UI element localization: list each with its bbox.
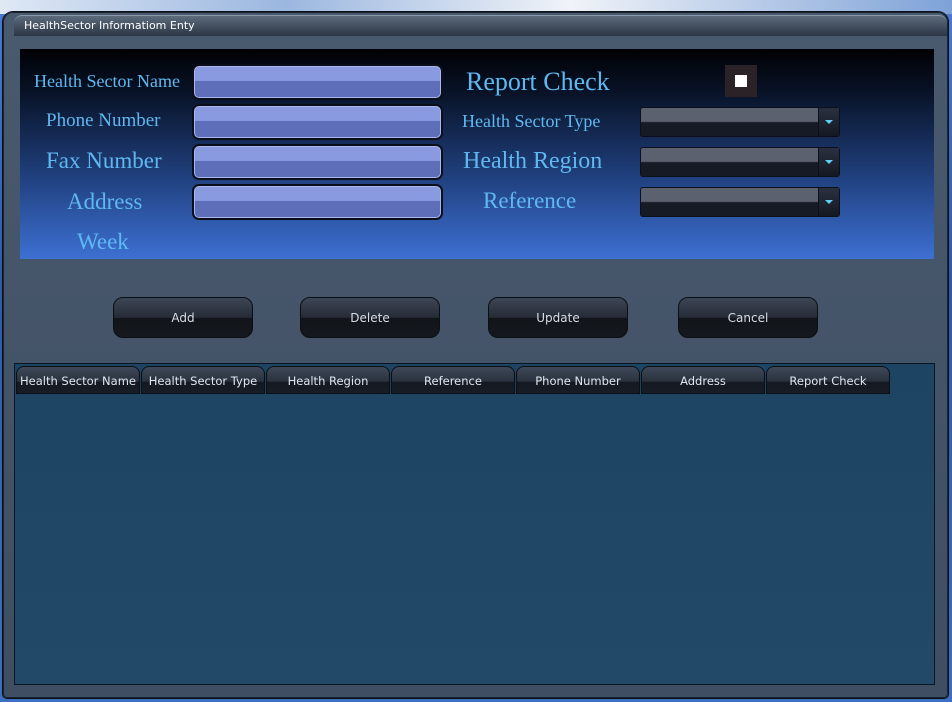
add-button[interactable]: Add bbox=[113, 297, 253, 338]
fax-number-input[interactable] bbox=[192, 144, 443, 180]
health-region-dropdown[interactable] bbox=[640, 147, 840, 177]
entry-form-panel: Health Sector Name Phone Number Fax Numb… bbox=[20, 49, 934, 259]
records-grid[interactable]: Health Sector Name Health Sector Type He… bbox=[14, 363, 935, 685]
window-title: HealthSector Informatiom Enty bbox=[24, 19, 195, 32]
label-week: Week bbox=[77, 229, 129, 254]
label-health-sector-name: Health Sector Name bbox=[34, 71, 180, 91]
health-sector-type-dropdown[interactable] bbox=[640, 107, 840, 137]
label-address: Address bbox=[67, 189, 143, 214]
reference-dropdown[interactable] bbox=[640, 187, 840, 217]
grid-header-row: Health Sector Name Health Sector Type He… bbox=[15, 364, 934, 394]
column-header-reference[interactable]: Reference bbox=[391, 366, 515, 394]
health-sector-name-input[interactable] bbox=[192, 64, 443, 100]
label-health-sector-type: Health Sector Type bbox=[462, 111, 601, 131]
column-header-health-sector-type[interactable]: Health Sector Type bbox=[141, 366, 265, 394]
label-reference: Reference bbox=[483, 188, 577, 213]
report-check-checkbox[interactable] bbox=[725, 65, 757, 97]
label-fax-number: Fax Number bbox=[46, 148, 162, 173]
app-window: HealthSector Informatiom Enty Health Sec… bbox=[3, 12, 948, 698]
column-header-report-check[interactable]: Report Check bbox=[766, 366, 890, 394]
chevron-down-icon[interactable] bbox=[818, 188, 839, 216]
cancel-button[interactable]: Cancel bbox=[678, 297, 818, 338]
delete-button[interactable]: Delete bbox=[300, 297, 440, 338]
column-header-address[interactable]: Address bbox=[641, 366, 765, 394]
update-button[interactable]: Update bbox=[488, 297, 628, 338]
chevron-down-icon[interactable] bbox=[818, 148, 839, 176]
label-health-region: Health Region bbox=[463, 148, 603, 174]
column-header-phone-number[interactable]: Phone Number bbox=[516, 366, 640, 394]
column-header-health-sector-name[interactable]: Health Sector Name bbox=[16, 366, 140, 394]
label-phone-number: Phone Number bbox=[46, 110, 161, 131]
column-header-health-region[interactable]: Health Region bbox=[266, 366, 390, 394]
label-report-check: Report Check bbox=[466, 67, 610, 96]
address-input[interactable] bbox=[192, 184, 443, 220]
phone-number-input[interactable] bbox=[192, 104, 443, 140]
chevron-down-icon[interactable] bbox=[818, 108, 839, 136]
title-bar[interactable]: HealthSector Informatiom Enty bbox=[14, 15, 947, 36]
